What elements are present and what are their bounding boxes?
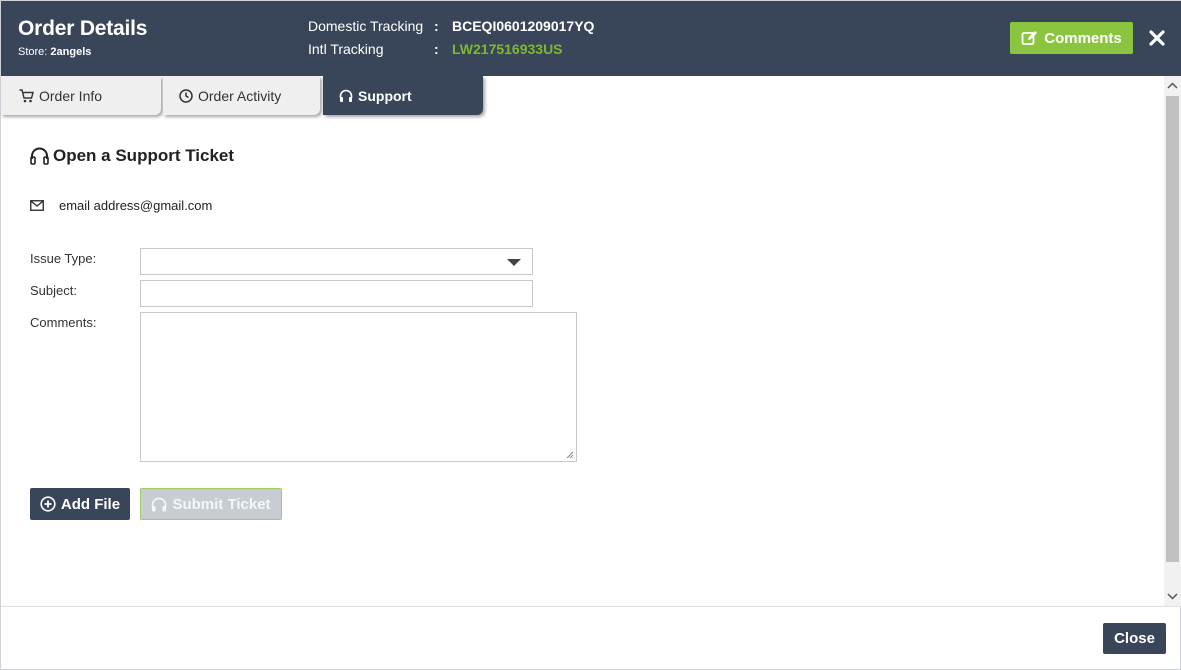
chevron-down-icon	[507, 259, 521, 266]
envelope-icon	[30, 200, 44, 211]
subject-input[interactable]	[140, 280, 533, 307]
order-details-modal: Order Details Store: 2angels Domestic Tr…	[0, 0, 1181, 670]
store-line: Store: 2angels	[18, 46, 91, 58]
tab-order-info[interactable]: Order Info	[1, 76, 161, 115]
intl-tracking-label: Intl Tracking	[308, 41, 384, 57]
plus-circle-icon	[40, 496, 56, 512]
headphones-icon	[152, 497, 167, 511]
modal-header: Order Details Store: 2angels Domestic Tr…	[1, 1, 1181, 76]
intl-tracking-colon: :	[434, 41, 439, 57]
tab-bar: Order Info Order Activity Support	[1, 76, 1181, 116]
tab-order-info-label: Order Info	[39, 87, 103, 104]
tab-support[interactable]: Support	[323, 76, 483, 115]
tab-order-activity[interactable]: Order Activity	[163, 76, 320, 115]
add-file-label: Add File	[60, 495, 121, 513]
resize-handle-icon[interactable]	[566, 451, 574, 459]
intl-tracking-link[interactable]: LW217516933US	[452, 41, 563, 57]
close-icon[interactable]	[1146, 27, 1168, 49]
domestic-tracking-colon: :	[434, 18, 439, 34]
store-name: 2angels	[50, 46, 92, 58]
support-section-title: Open a Support Ticket	[30, 146, 234, 166]
clock-icon	[179, 88, 193, 103]
scrollbar[interactable]	[1164, 76, 1181, 606]
issue-type-select[interactable]	[140, 248, 533, 275]
domestic-tracking-value: BCEQI0601209017YQ	[452, 18, 595, 34]
page-title: Order Details	[18, 17, 148, 40]
store-prefix: Store:	[18, 46, 48, 58]
issue-type-label: Issue Type:	[30, 251, 97, 266]
comments-button-label: Comments	[1044, 29, 1122, 47]
subject-label: Subject:	[30, 283, 77, 298]
submit-ticket-label: Submit Ticket	[172, 495, 271, 513]
tab-support-label: Support	[358, 87, 412, 104]
domestic-tracking-label: Domestic Tracking	[308, 18, 424, 34]
tab-order-activity-label: Order Activity	[198, 87, 282, 104]
support-title-text: Open a Support Ticket	[53, 146, 235, 165]
comments-textarea[interactable]	[140, 312, 577, 462]
comments-button[interactable]: Comments	[1010, 22, 1133, 54]
scrollbar-thumb[interactable]	[1166, 96, 1179, 562]
headphones-icon	[339, 89, 353, 102]
cart-icon	[19, 88, 34, 102]
scroll-up-icon[interactable]	[1164, 79, 1181, 93]
add-file-button[interactable]: Add File	[30, 488, 130, 520]
close-button[interactable]: Close	[1103, 623, 1166, 654]
scroll-down-icon[interactable]	[1164, 589, 1181, 603]
email-row: email address@gmail.com	[30, 198, 212, 213]
submit-ticket-button[interactable]: Submit Ticket	[140, 488, 282, 520]
footer-divider	[1, 606, 1181, 607]
edit-icon	[1021, 30, 1038, 45]
email-address: email address@gmail.com	[59, 198, 213, 213]
headphones-icon	[30, 147, 49, 165]
comments-label: Comments:	[30, 315, 97, 330]
